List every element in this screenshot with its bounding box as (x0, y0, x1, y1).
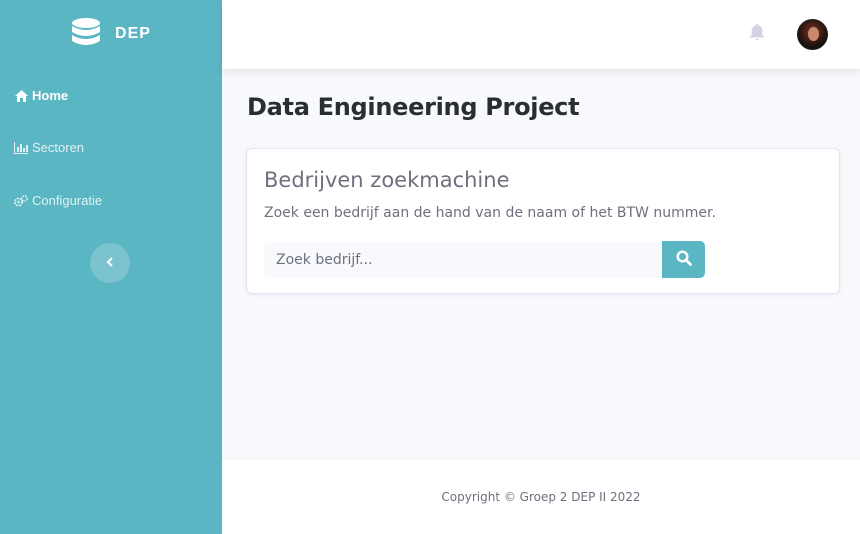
sidebar-item-configuratie[interactable]: Configuratie (14, 193, 102, 208)
brand[interactable]: DEP (0, 0, 222, 68)
topbar (222, 0, 860, 69)
card-title: Bedrijven zoekmachine (264, 168, 510, 192)
footer: Copyright © Groep 2 DEP II 2022 (222, 460, 860, 534)
chevron-left-icon (106, 254, 114, 272)
card-description: Zoek een bedrijf aan de hand van de naam… (264, 205, 716, 221)
sidebar-item-home[interactable]: Home (14, 88, 68, 103)
sidebar-item-sectoren[interactable]: Sectoren (14, 140, 84, 155)
search-icon (675, 250, 692, 269)
sidebar-toggle-button[interactable] (90, 243, 130, 283)
database-icon (71, 17, 101, 51)
sidebar-item-label: Sectoren (32, 140, 85, 155)
page-title: Data Engineering Project (247, 93, 580, 121)
search-card: Bedrijven zoekmachine Zoek een bedrijf a… (246, 148, 840, 294)
brand-name: DEP (115, 25, 151, 42)
avatar[interactable] (797, 19, 828, 50)
avatar-face (808, 27, 819, 41)
search-input[interactable] (264, 242, 663, 278)
bar-chart-icon (14, 141, 28, 155)
cogs-icon (14, 194, 28, 208)
copyright-text: Copyright © Groep 2 DEP II 2022 (441, 490, 641, 504)
bell-icon[interactable] (749, 24, 767, 44)
sidebar-item-label: Home (32, 88, 69, 103)
search-button[interactable] (662, 241, 705, 278)
home-icon (14, 89, 28, 103)
sidebar-item-label: Configuratie (32, 193, 103, 208)
sidebar: DEP Home Sectoren Configuratie (0, 0, 222, 534)
